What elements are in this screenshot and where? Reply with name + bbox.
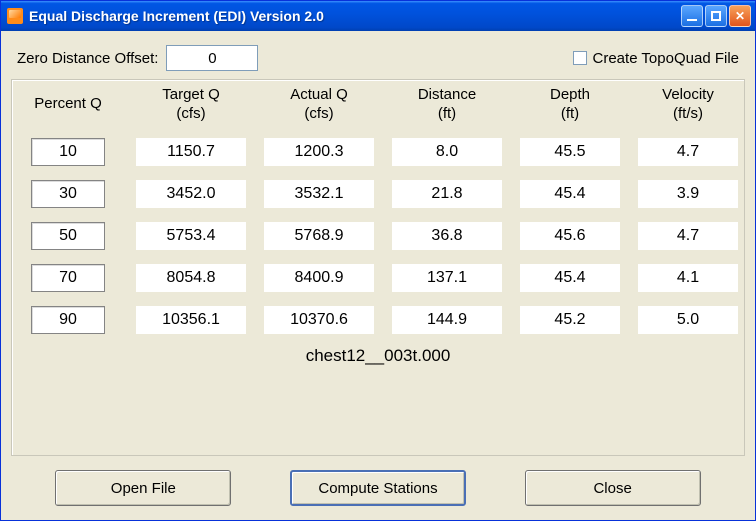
data-grid: Percent Q Target Q(cfs) Actual Q(cfs) Di… — [26, 86, 730, 334]
depth-cell: 45.6 — [520, 222, 620, 250]
percent-q-input[interactable]: 50 — [31, 222, 105, 250]
percent-q-input[interactable]: 70 — [31, 264, 105, 292]
close-window-button[interactable]: ✕ — [729, 5, 751, 27]
hdr-actual-q: Actual Q(cfs) — [264, 86, 374, 124]
velocity-cell: 4.1 — [638, 264, 738, 292]
top-row: Zero Distance Offset: Create TopoQuad Fi… — [11, 39, 745, 79]
button-row: Open File Compute Stations Close — [11, 456, 745, 510]
actual-q-cell: 10370.6 — [264, 306, 374, 334]
target-q-cell: 5753.4 — [136, 222, 246, 250]
target-q-cell: 10356.1 — [136, 306, 246, 334]
velocity-cell: 5.0 — [638, 306, 738, 334]
actual-q-cell: 3532.1 — [264, 180, 374, 208]
hdr-percent-q: Percent Q — [18, 95, 118, 114]
distance-cell: 36.8 — [392, 222, 502, 250]
velocity-cell: 4.7 — [638, 138, 738, 166]
create-topo-label: Create TopoQuad File — [593, 50, 739, 67]
depth-cell: 45.2 — [520, 306, 620, 334]
app-icon — [7, 8, 23, 24]
titlebar: Equal Discharge Increment (EDI) Version … — [1, 1, 755, 31]
window-controls: ✕ — [681, 5, 751, 27]
distance-cell: 144.9 — [392, 306, 502, 334]
minimize-button[interactable] — [681, 5, 703, 27]
maximize-button[interactable] — [705, 5, 727, 27]
close-button[interactable]: Close — [525, 470, 701, 506]
percent-q-input[interactable]: 30 — [31, 180, 105, 208]
velocity-cell: 3.9 — [638, 180, 738, 208]
offset-input[interactable] — [166, 45, 258, 71]
target-q-cell: 1150.7 — [136, 138, 246, 166]
depth-cell: 45.4 — [520, 264, 620, 292]
distance-cell: 8.0 — [392, 138, 502, 166]
target-q-cell: 3452.0 — [136, 180, 246, 208]
percent-q-input[interactable]: 90 — [31, 306, 105, 334]
distance-cell: 21.8 — [392, 180, 502, 208]
create-topo-checkbox-wrap[interactable]: Create TopoQuad File — [573, 50, 739, 67]
window-title: Equal Discharge Increment (EDI) Version … — [29, 8, 681, 24]
target-q-cell: 8054.8 — [136, 264, 246, 292]
velocity-cell: 4.7 — [638, 222, 738, 250]
client-area: Zero Distance Offset: Create TopoQuad Fi… — [1, 31, 755, 520]
depth-cell: 45.4 — [520, 180, 620, 208]
percent-q-input[interactable]: 10 — [31, 138, 105, 166]
data-frame: Percent Q Target Q(cfs) Actual Q(cfs) Di… — [11, 79, 745, 456]
compute-stations-button[interactable]: Compute Stations — [290, 470, 466, 506]
hdr-depth: Depth(ft) — [520, 86, 620, 124]
hdr-target-q: Target Q(cfs) — [136, 86, 246, 124]
open-file-button[interactable]: Open File — [55, 470, 231, 506]
actual-q-cell: 5768.9 — [264, 222, 374, 250]
actual-q-cell: 1200.3 — [264, 138, 374, 166]
actual-q-cell: 8400.9 — [264, 264, 374, 292]
depth-cell: 45.5 — [520, 138, 620, 166]
filename-label: chest12__003t.000 — [26, 346, 730, 366]
distance-cell: 137.1 — [392, 264, 502, 292]
offset-label: Zero Distance Offset: — [17, 50, 158, 67]
hdr-distance: Distance(ft) — [392, 86, 502, 124]
hdr-velocity: Velocity(ft/s) — [638, 86, 738, 124]
app-window: Equal Discharge Increment (EDI) Version … — [0, 0, 756, 521]
create-topo-checkbox[interactable] — [573, 51, 587, 65]
